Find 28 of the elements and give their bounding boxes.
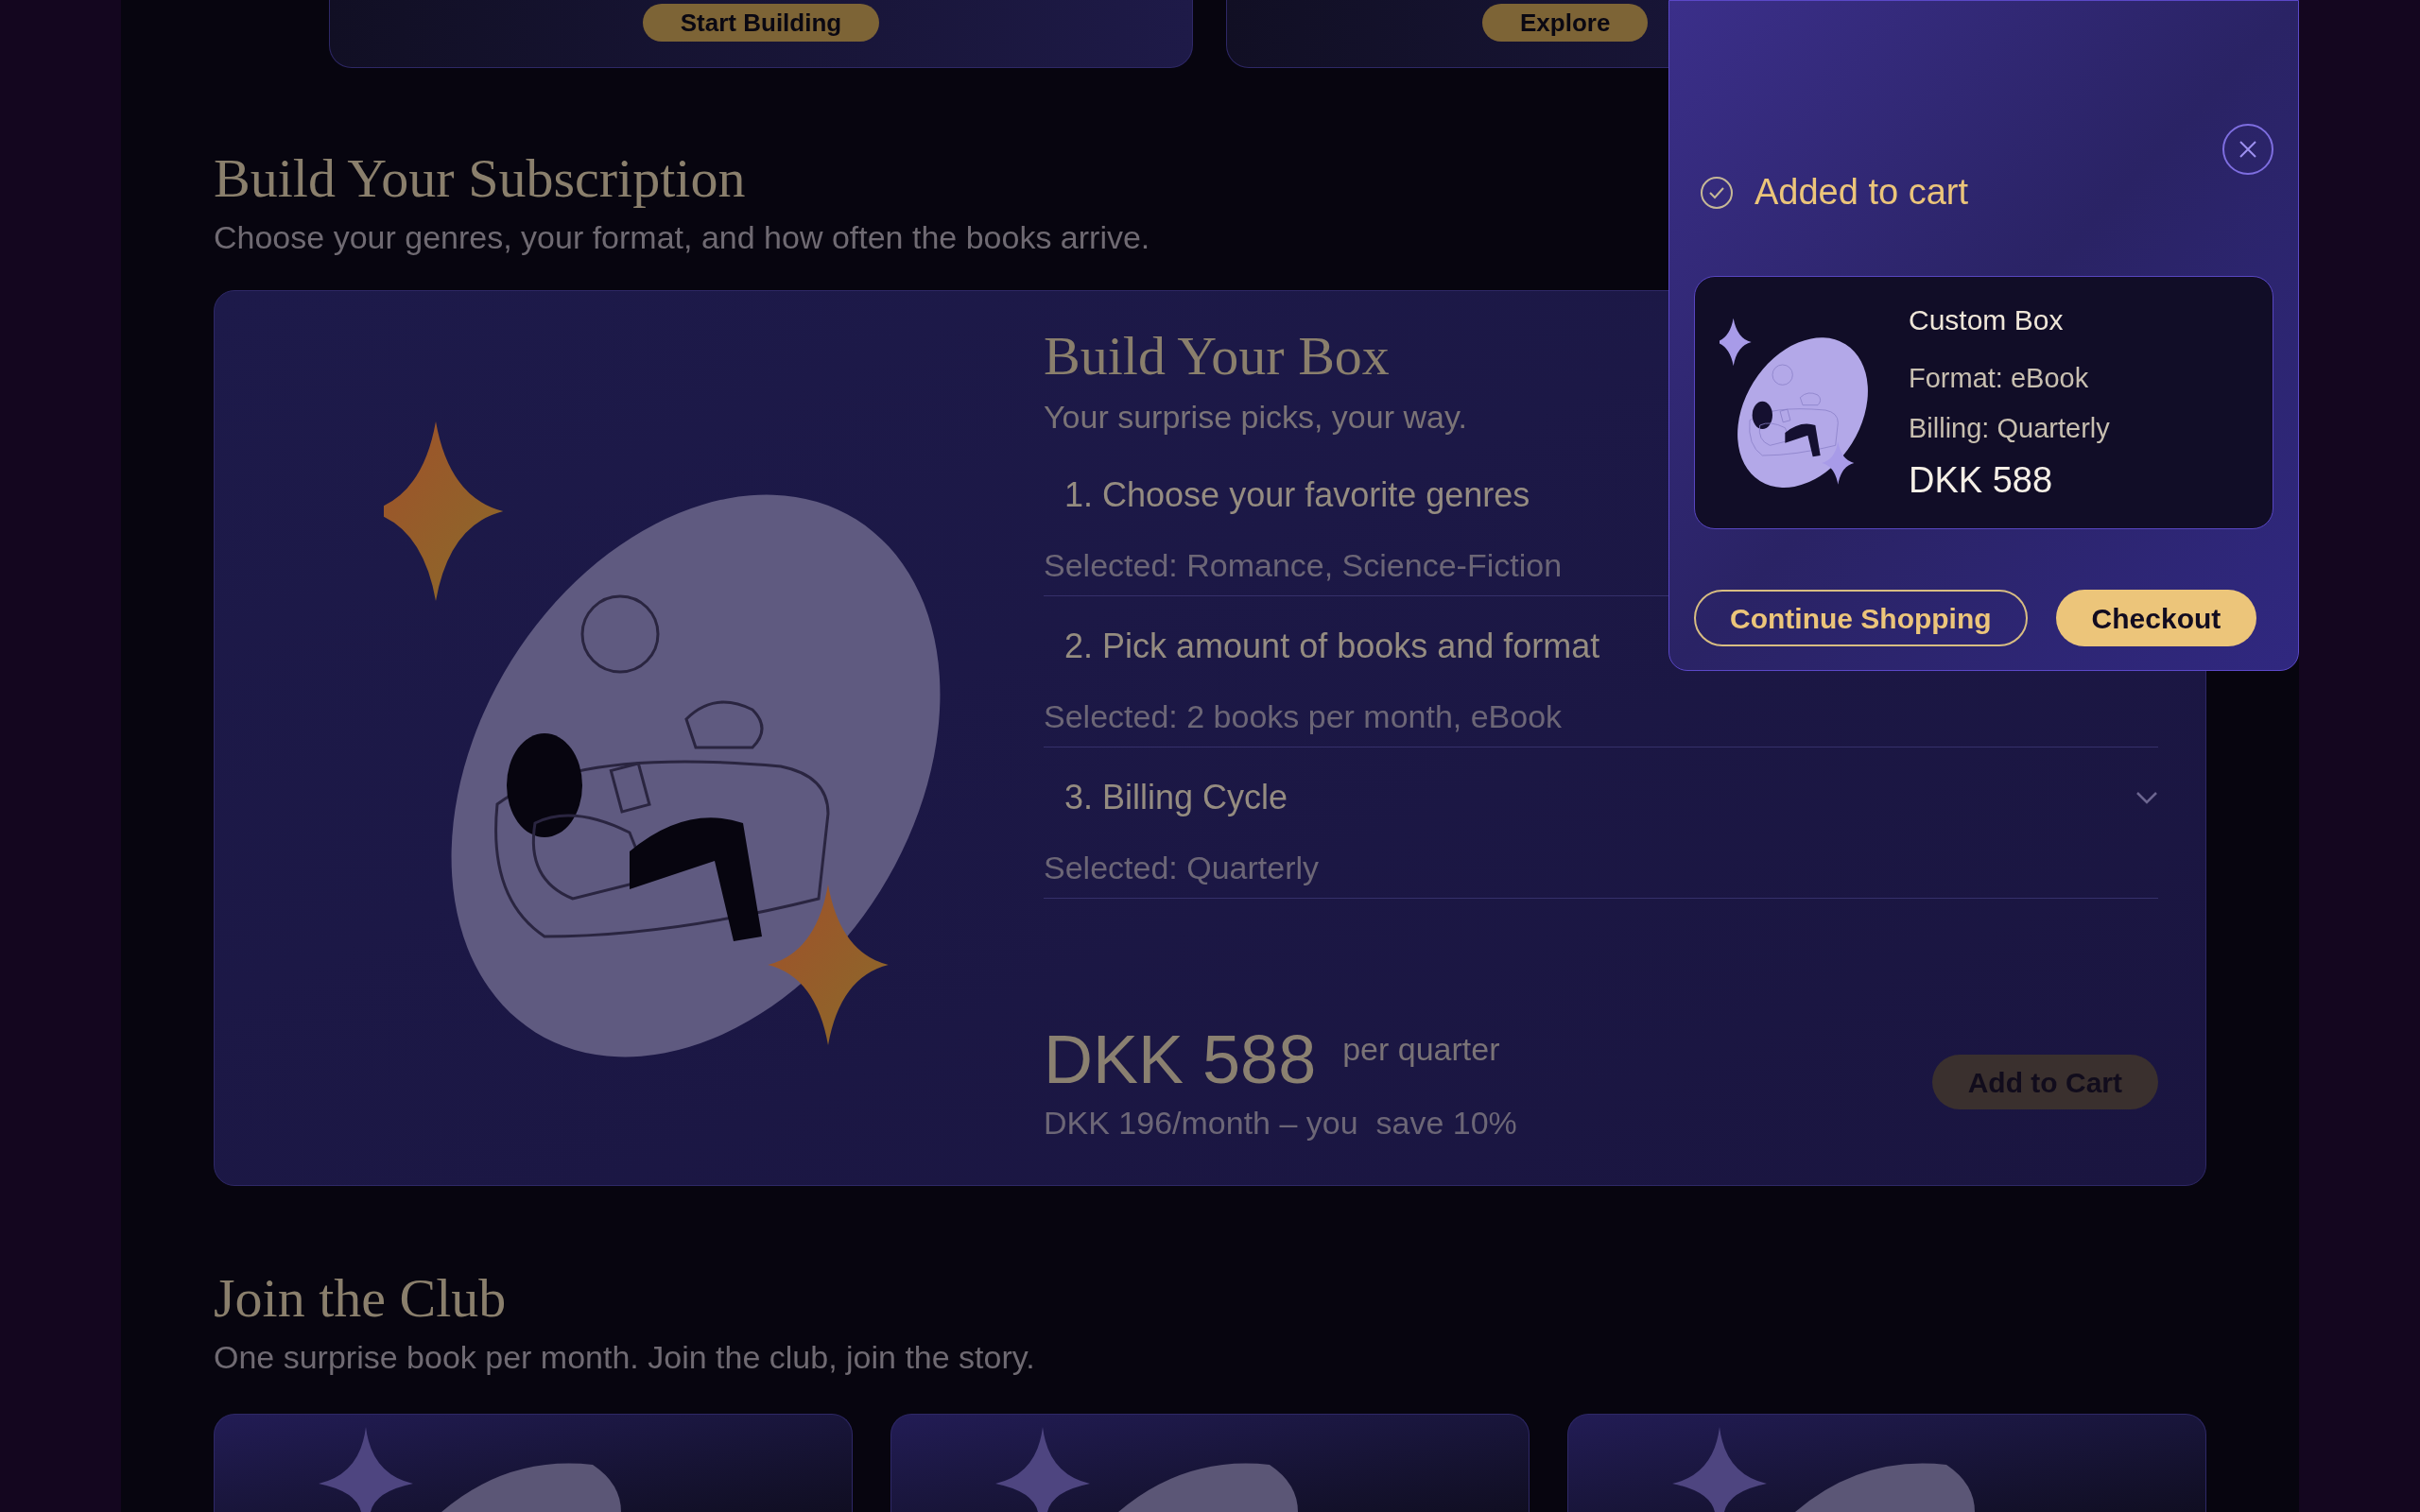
section-title: Build Your Subscription <box>214 151 746 206</box>
step-title[interactable]: 3. Billing Cycle <box>1064 772 1288 823</box>
item-billing: Billing: Quarterly <box>1909 412 2110 445</box>
price-note: DKK 196/month – you save 10% <box>1044 1104 1517 1143</box>
section-subtitle: Choose your genres, your format, and how often the books arrive. <box>214 218 1150 257</box>
box-subtitle: Your surprise picks, your way. <box>1044 398 1467 437</box>
section-title: Join the Club <box>214 1271 507 1326</box>
box-title: Build Your Box <box>1044 329 1390 384</box>
step-title[interactable]: 1. Choose your favorite genres <box>1064 470 1530 521</box>
item-format: Format: eBook <box>1909 361 2090 395</box>
chevron-down-icon[interactable] <box>2135 791 2158 804</box>
step-title[interactable]: 2. Pick amount of books and format <box>1064 621 1600 672</box>
price-period: per quarter <box>1342 1030 1500 1069</box>
selected-summary: Selected: Romance, Science-Fiction <box>1044 546 1563 585</box>
cta-button[interactable]: Explore <box>1482 4 1649 42</box>
price: DKK 588 <box>1044 1025 1317 1093</box>
close-button[interactable] <box>2222 124 2273 175</box>
selected-summary: Selected: 2 books per month, eBook <box>1044 697 1563 736</box>
toast-message: Added to cart <box>1754 171 1969 214</box>
close-icon <box>2238 140 2257 159</box>
item-name: Custom Box <box>1909 302 2065 337</box>
check-circle-icon <box>1700 175 1734 210</box>
checkout-button[interactable]: Checkout <box>2055 590 2257 646</box>
item-price: DKK 588 <box>1909 458 2054 502</box>
section-subtitle: One surprise book per month. Join the club, join the story. <box>214 1338 1035 1377</box>
cta-button[interactable]: Start Building <box>642 4 880 42</box>
selected-summary: Selected: Quarterly <box>1044 849 1320 887</box>
continue-shopping-button[interactable]: Continue Shopping <box>1694 590 2028 646</box>
